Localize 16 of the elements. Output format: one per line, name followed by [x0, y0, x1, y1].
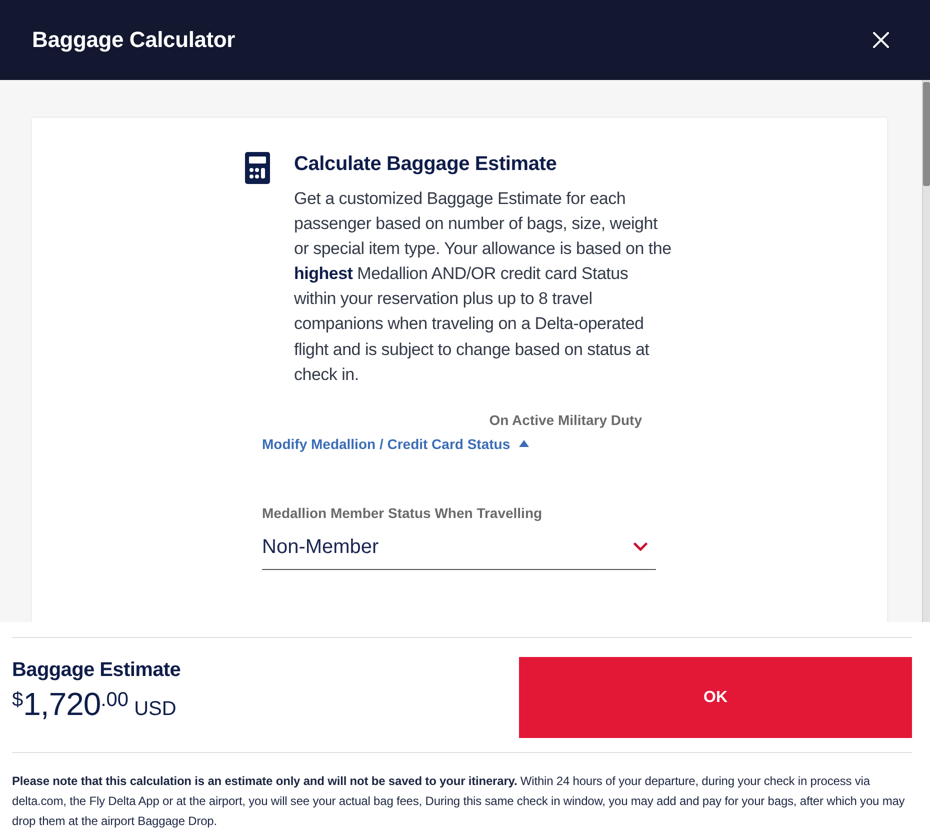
section-heading: Calculate Baggage Estimate [294, 152, 558, 176]
close-button[interactable] [873, 32, 889, 48]
ok-button[interactable]: OK [519, 657, 912, 738]
scrollbar-thumb[interactable] [923, 82, 930, 186]
description-text: Get a customized Baggage Estimate for each passenger based on number of bags, size, weight or special item type. Your allowance is based on the highest Medallion AND/OR credit card Status within your reservation plus up to 8 travel companions when traveling on a Delta-operated flight and is subject to change based on status at check in. [294, 188, 672, 386]
chevron-down-icon [633, 542, 648, 552]
field-label: Medallion Member Status When Travelling [262, 504, 544, 523]
estimate-amount: $^{$}$1,720$^{.00}$ USD [12, 685, 178, 724]
estimate-title: Baggage Estimate [12, 658, 181, 682]
disclaimer-text: Please note that this calculation is an estimate only and will not be saved to your itinerary. Within 24 hours of your departure, during your check in process via delta.com, the Fly Delta App or at the airport, you will see your actual bag fees, During this same check in window, you may add and pay for your bags, after which you may drop them at the airport Baggage Drop. [12, 773, 906, 830]
military-duty-label: On Active Military Duty [488, 410, 643, 430]
calculator-icon [245, 152, 270, 184]
dialog-title: Baggage Calculator [32, 26, 236, 54]
modify-status-link[interactable]: Modify Medallion / Credit Card Status [262, 432, 530, 456]
close-icon [873, 32, 889, 48]
status-dropdown[interactable]: Non-Member [262, 532, 656, 570]
